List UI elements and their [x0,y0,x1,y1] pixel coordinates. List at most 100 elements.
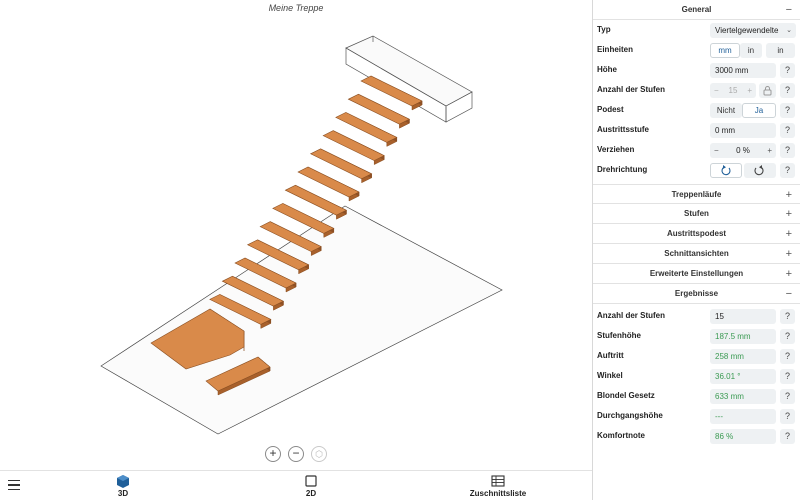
tab-3d-label: 3D [117,489,129,498]
section-stufen-title: Stufen [684,209,709,218]
section-general-title: General [681,5,712,14]
table-icon [491,475,505,487]
stufen-stepper: − 15 + [710,83,756,98]
row-einheiten: Einheiten mm in in [593,40,800,60]
stufen-minus: − [714,86,719,95]
section-erweiterte-einstellungen[interactable]: Erweiterte Einstellungen + [593,264,800,284]
expand-icon[interactable]: + [786,244,792,264]
square-icon [305,475,317,487]
result-label: Komfortnote [597,431,645,440]
rotate-clockwise-icon [721,165,731,176]
typ-select[interactable]: Viertelgewendelte ⌄ [710,23,796,38]
podest-nicht-option[interactable]: Nicht [710,103,742,118]
row-drehrichtung: Drehrichtung ? [593,160,800,180]
chevron-down-icon: ⌄ [786,27,792,34]
help-button[interactable]: ? [780,309,795,324]
help-button[interactable]: ? [780,349,795,364]
row-anzahl-stufen: Anzahl der Stufen − 15 + ? [593,80,800,100]
einheiten-label: Einheiten [597,45,634,54]
verziehen-stepper[interactable]: − 0 % + [710,143,776,158]
tab-zuschnittsliste[interactable]: Zuschnittsliste [438,474,558,498]
stufen-value: 15 [728,86,738,95]
tab-3d[interactable]: 3D [63,474,183,498]
result-row: Anzahl der Stufen 15? [593,306,800,326]
unit-in-alt-option[interactable]: in [766,43,795,58]
section-ergebnisse-header[interactable]: Ergebnisse − [593,284,800,304]
section-treppenlaeufe[interactable]: Treppenläufe + [593,184,800,204]
cube-icon [117,475,129,488]
menu-icon[interactable] [8,480,20,490]
hoehe-label: Höhe [597,65,617,74]
view-title: Meine Treppe [268,3,324,13]
reset-view-button[interactable]: ⬡ [311,446,327,462]
results-list: Anzahl der Stufen 15? Stufenhöhe 187.5 mm? A… [593,304,800,446]
section-schnittansichten-title: Schnittansichten [664,249,729,258]
result-row: Blondel Gesetz 633 mm? [593,386,800,406]
lock-icon [763,86,772,96]
unit-in-option[interactable]: in [740,43,762,58]
typ-value: Viertelgewendelte [715,26,779,35]
help-button[interactable]: ? [780,123,795,138]
expand-icon[interactable]: + [786,204,792,224]
row-verziehen: Verziehen − 0 % + ? [593,140,800,160]
hoehe-input[interactable]: 3000 mm [710,63,776,78]
settings-panel: General − Typ Viertelgewendelte ⌄ Einhei… [592,0,800,500]
austritt-label: Austrittsstufe [597,125,650,134]
section-treppenlaeufe-title: Treppenläufe [671,190,722,199]
result-value: 86 % [710,429,776,444]
verziehen-plus[interactable]: + [767,143,776,158]
tab-2d[interactable]: 2D [251,474,371,498]
section-ergebnisse-title: Ergebnisse [674,289,719,298]
help-button[interactable]: ? [780,143,795,158]
stair-3d-scene[interactable] [0,0,592,470]
help-button[interactable]: ? [780,429,795,444]
help-button[interactable]: ? [780,409,795,424]
row-podest: Podest Nicht Ja ? [593,100,800,120]
row-typ: Typ Viertelgewendelte ⌄ [593,20,800,40]
verziehen-label: Verziehen [597,145,635,154]
expand-icon[interactable]: + [786,264,792,284]
section-schnittansichten[interactable]: Schnittansichten + [593,244,800,264]
result-label: Durchgangshöhe [597,411,663,420]
collapse-icon[interactable]: − [786,0,792,20]
help-button[interactable]: ? [780,63,795,78]
3d-viewport[interactable]: Meine Treppe + − ⬡ [0,0,592,470]
help-button[interactable]: ? [780,389,795,404]
podest-ja-option[interactable]: Ja [742,103,776,118]
rotate-clockwise-button[interactable] [710,163,742,178]
tab-zuschnittsliste-label: Zuschnittsliste [469,489,527,498]
result-label: Anzahl der Stufen [597,311,666,320]
verziehen-minus[interactable]: − [710,143,719,158]
section-general-header[interactable]: General − [593,0,800,20]
result-label: Stufenhöhe [597,331,641,340]
section-austrittspodest[interactable]: Austrittspodest + [593,224,800,244]
unit-mm-option[interactable]: mm [710,43,740,58]
help-button[interactable]: ? [780,103,795,118]
austritt-input[interactable]: 0 mm [710,123,776,138]
help-button[interactable]: ? [780,163,795,178]
expand-icon[interactable]: + [786,224,792,244]
zoom-in-button[interactable]: + [265,446,281,462]
rotate-counterclockwise-icon [754,165,764,176]
collapse-icon[interactable]: − [786,284,792,304]
section-stufen[interactable]: Stufen + [593,204,800,224]
bottom-tab-bar: 3D 2D Zuschnittsliste [0,470,592,500]
result-label: Blondel Gesetz [597,391,655,400]
help-button[interactable]: ? [780,83,795,98]
stufen-plus: + [747,86,752,95]
result-value: 36.01 ° [710,369,776,384]
expand-icon[interactable]: + [786,185,792,205]
verziehen-value: 0 % [736,146,750,155]
lock-button[interactable] [759,83,776,98]
result-value: 187.5 mm [710,329,776,344]
help-button[interactable]: ? [780,369,795,384]
section-erweiterte-title: Erweiterte Einstellungen [649,269,744,278]
result-row: Durchgangshöhe ---? [593,406,800,426]
zoom-out-button[interactable]: − [288,446,304,462]
stufen-label: Anzahl der Stufen [597,85,666,94]
podest-label: Podest [597,105,624,114]
typ-label: Typ [597,25,611,34]
rotate-counterclockwise-button[interactable] [744,163,776,178]
help-button[interactable]: ? [780,329,795,344]
result-value: 258 mm [710,349,776,364]
